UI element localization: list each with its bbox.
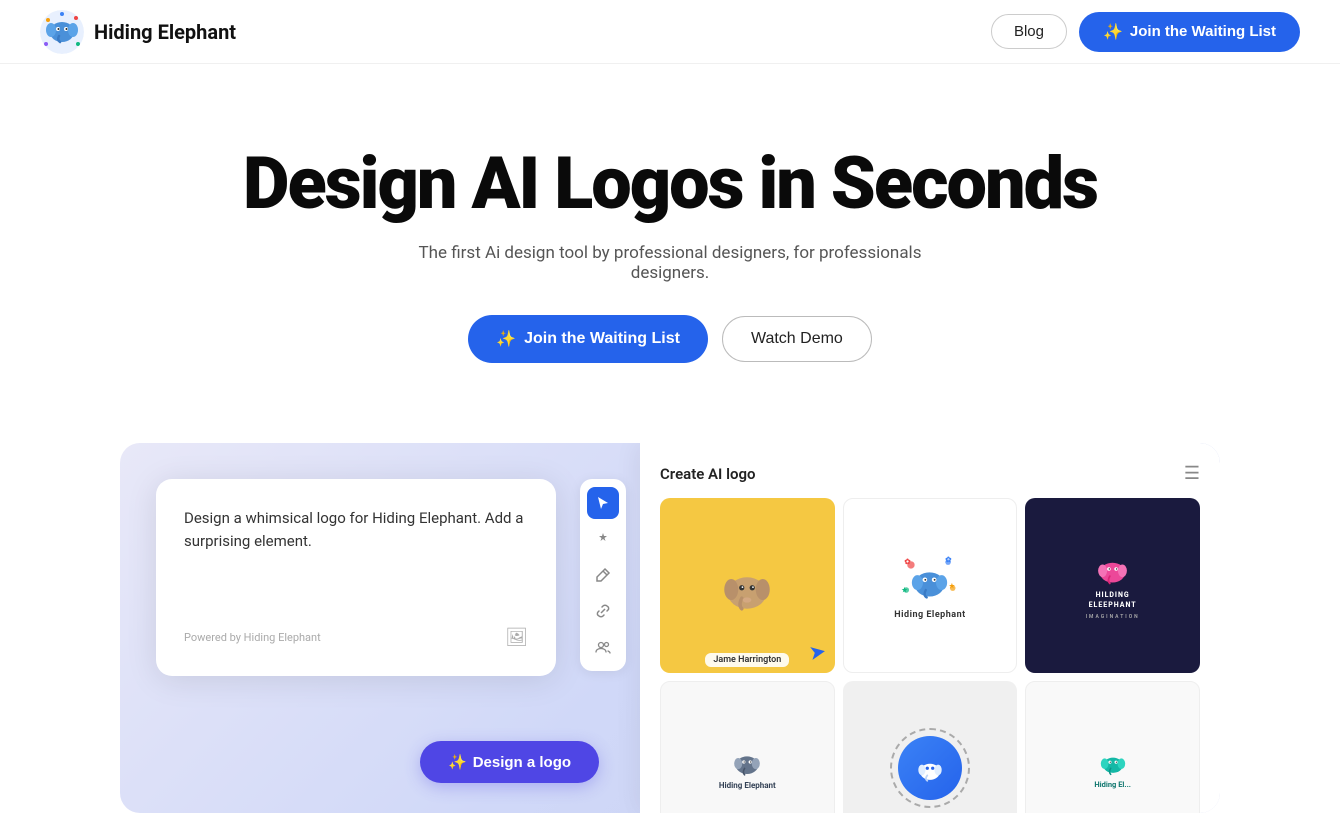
prompt-text: Design a whimsical logo for Hiding Eleph… bbox=[184, 507, 528, 587]
hero-section: Design AI Logos in Seconds The first Ai … bbox=[0, 64, 1340, 403]
logo-cell-1: ➤ Jame Harrington bbox=[660, 498, 835, 673]
sparkle-small-icon: ✨ bbox=[448, 753, 467, 771]
nav-actions: Blog ✨ Join the Waiting List bbox=[991, 12, 1300, 52]
toolbar-cursor-icon[interactable] bbox=[587, 487, 619, 519]
hero-subtitle: The first Ai design tool by professional… bbox=[390, 243, 950, 283]
hero-title: Design AI Logos in Seconds bbox=[243, 144, 1097, 223]
nav-logo[interactable]: Hiding Elephant bbox=[40, 10, 236, 54]
design-logo-button[interactable]: ✨ Design a logo bbox=[420, 741, 599, 783]
svg-text:✿: ✿ bbox=[946, 555, 952, 564]
powered-by-row: Powered by Hiding Elephant 🖼 bbox=[184, 627, 528, 648]
design-logo-label: Design a logo bbox=[473, 754, 571, 771]
blog-button[interactable]: Blog bbox=[991, 14, 1067, 49]
toolbar-pen-icon[interactable] bbox=[587, 559, 619, 591]
prompt-panel: Design a whimsical logo for Hiding Eleph… bbox=[156, 479, 556, 676]
cursor-overlay: ➤ bbox=[808, 641, 827, 664]
ai-logo-panel-header: Create AI logo ☰ bbox=[660, 463, 1200, 484]
sparkle-icon: ✨ bbox=[1103, 22, 1123, 42]
svg-text:★: ★ bbox=[948, 582, 955, 590]
hero-waiting-list-label: Join the Waiting List bbox=[524, 330, 680, 348]
name-tag: Jame Harrington bbox=[705, 653, 789, 667]
hero-waiting-list-button[interactable]: ✨ Join the Waiting List bbox=[468, 315, 708, 363]
logo-image bbox=[40, 10, 84, 54]
nav-brand-name: Hiding Elephant bbox=[94, 20, 236, 44]
logo-cell-2: ✿ ✿ ★ ★ Hiding Elephant bbox=[843, 498, 1018, 673]
logo-cell-5 bbox=[843, 681, 1018, 813]
panel-menu-icon[interactable]: ☰ bbox=[1184, 463, 1200, 484]
nav-waiting-list-label: Join the Waiting List bbox=[1130, 23, 1276, 40]
svg-text:★: ★ bbox=[901, 586, 908, 594]
image-icon: 🖼 bbox=[505, 627, 528, 648]
hero-sparkle-icon: ✨ bbox=[496, 329, 516, 349]
ai-logo-panel: Create AI logo ☰ ➤ bbox=[640, 443, 1220, 813]
ai-logo-panel-title: Create AI logo bbox=[660, 465, 756, 483]
toolbar-link-icon[interactable] bbox=[587, 595, 619, 627]
logo-cell-4: Hiding Elephant bbox=[660, 681, 835, 813]
toolbar-magic-icon[interactable] bbox=[587, 523, 619, 555]
nav-waiting-list-button[interactable]: ✨ Join the Waiting List bbox=[1079, 12, 1300, 52]
watch-demo-button[interactable]: Watch Demo bbox=[722, 316, 872, 362]
logo-grid: ➤ Jame Harrington ✿ ✿ ★ bbox=[660, 498, 1200, 813]
powered-by-text: Powered by Hiding Elephant bbox=[184, 631, 321, 644]
navbar: Hiding Elephant Blog ✨ Join the Waiting … bbox=[0, 0, 1340, 64]
logo-cell-6: Hiding El... bbox=[1025, 681, 1200, 813]
toolbar bbox=[580, 479, 626, 671]
toolbar-users-icon[interactable] bbox=[587, 631, 619, 663]
logo-cell-3: HILDINGELEEPHANT IMAGINATION bbox=[1025, 498, 1200, 673]
demo-section: Design a whimsical logo for Hiding Eleph… bbox=[120, 443, 1220, 813]
svg-text:✿: ✿ bbox=[905, 557, 911, 566]
hero-buttons: ✨ Join the Waiting List Watch Demo bbox=[468, 315, 872, 363]
